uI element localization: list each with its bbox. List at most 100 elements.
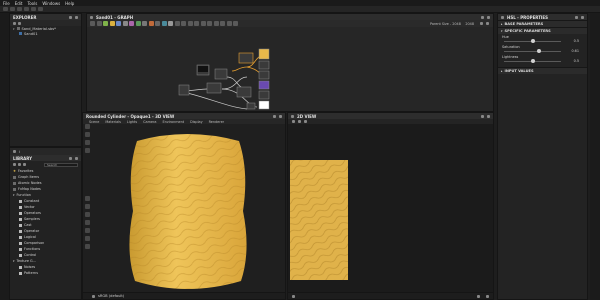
gradient-icon[interactable]: [135, 21, 141, 26]
more-icon[interactable]: [486, 22, 489, 25]
align-icon[interactable]: [194, 21, 199, 26]
slider-track[interactable]: [504, 51, 561, 52]
close-icon[interactable]: [75, 156, 78, 160]
mesh-icon[interactable]: [84, 148, 90, 153]
settings-icon[interactable]: [84, 236, 90, 241]
base-parameters-section[interactable]: ▸ BASE PARAMETERS: [498, 20, 587, 27]
italic-icon[interactable]: i: [19, 150, 20, 154]
rotate-icon[interactable]: [84, 212, 90, 217]
fit-icon[interactable]: [304, 120, 307, 123]
zoom-icon[interactable]: [226, 21, 232, 26]
hsl-icon[interactable]: [129, 21, 134, 26]
library-view-icon[interactable]: [18, 163, 21, 166]
frame-icon[interactable]: [174, 21, 180, 26]
chevron-right-icon[interactable]: ▸: [501, 69, 503, 73]
graph-node[interactable]: [258, 90, 270, 100]
input-values-section[interactable]: ▸ INPUT VALUES: [498, 67, 587, 74]
library-settings-icon[interactable]: [23, 163, 26, 166]
edit-icon[interactable]: [13, 150, 16, 153]
comment-icon[interactable]: [181, 21, 186, 26]
shape-icon[interactable]: [161, 21, 167, 26]
param-slider[interactable]: 0.5: [502, 59, 583, 64]
menu-tools[interactable]: Tools: [27, 1, 37, 6]
chevron-down-icon[interactable]: ▾: [13, 259, 15, 263]
uniform-color-icon[interactable]: [103, 21, 108, 26]
link-icon[interactable]: [479, 22, 483, 25]
zoom-icon[interactable]: [477, 294, 480, 298]
param-value[interactable]: 0.5: [574, 59, 579, 63]
slider-knob[interactable]: [530, 59, 535, 63]
graph-node[interactable]: [206, 82, 222, 94]
snap-icon[interactable]: [207, 21, 212, 26]
blend-icon[interactable]: [109, 21, 115, 26]
graph-node[interactable]: [258, 100, 270, 110]
graph-node[interactable]: [258, 80, 270, 90]
colorspace-dropdown[interactable]: sRGB (default): [98, 294, 124, 298]
distribute-icon[interactable]: [200, 21, 206, 26]
levels-icon[interactable]: [116, 21, 121, 26]
chevron-down-icon[interactable]: ▾: [13, 27, 15, 31]
chevron-right-icon[interactable]: ▸: [501, 22, 503, 26]
graph-canvas[interactable]: [87, 27, 493, 112]
slider-knob[interactable]: [530, 39, 535, 43]
camera-icon[interactable]: [84, 124, 90, 129]
chevron-down-icon[interactable]: ▾: [501, 29, 503, 33]
blur-icon[interactable]: [155, 21, 160, 26]
graph-node[interactable]: [178, 84, 190, 96]
view3d-menu-environment[interactable]: Environment: [162, 120, 184, 124]
close-icon[interactable]: [279, 114, 282, 118]
sand-cylinder-model[interactable]: [123, 131, 253, 293]
view3d-menu-renderer[interactable]: Renderer: [209, 120, 224, 124]
view3d-menu-display[interactable]: Display: [190, 120, 203, 124]
graph-node[interactable]: [258, 70, 270, 80]
graph-tool-icon[interactable]: [96, 21, 102, 26]
save-icon[interactable]: [17, 7, 22, 11]
graph-node[interactable]: [214, 68, 228, 80]
param-slider[interactable]: 0.5: [502, 39, 583, 44]
pin-icon[interactable]: [481, 114, 484, 118]
warp-icon[interactable]: [148, 21, 154, 26]
environment-icon[interactable]: [84, 140, 90, 145]
grid-icon[interactable]: [213, 21, 219, 26]
close-icon[interactable]: [581, 15, 584, 19]
menu-file[interactable]: File: [3, 1, 10, 6]
slider-knob[interactable]: [536, 49, 541, 53]
close-icon[interactable]: [75, 15, 78, 19]
channel-icon[interactable]: [292, 294, 295, 298]
settings-icon[interactable]: [486, 294, 489, 298]
normal-icon[interactable]: [122, 21, 128, 26]
graph-node-selected[interactable]: [238, 52, 254, 64]
graph-node[interactable]: [236, 86, 252, 98]
view3d-menu-scene[interactable]: Scene: [89, 120, 99, 124]
view3d-menu-camera[interactable]: Camera: [143, 120, 156, 124]
menu-help[interactable]: Help: [65, 1, 74, 6]
explorer-graph-row[interactable]: Sand01: [10, 31, 81, 36]
graph-node[interactable]: [246, 102, 256, 110]
redo-icon[interactable]: [38, 7, 43, 11]
pin-node-icon[interactable]: [187, 21, 193, 26]
pin-icon[interactable]: [69, 156, 72, 160]
add-icon[interactable]: [13, 21, 16, 25]
menu-edit[interactable]: Edit: [15, 1, 23, 6]
undo-icon[interactable]: [31, 7, 36, 11]
texture-preview-2d[interactable]: [290, 160, 348, 280]
library-texture-item[interactable]: Patterns: [10, 270, 81, 276]
param-slider[interactable]: 0.61: [502, 49, 583, 54]
noise-icon[interactable]: [168, 21, 173, 26]
pin-icon[interactable]: [575, 15, 578, 19]
transform-icon[interactable]: [142, 21, 147, 26]
folder-icon[interactable]: [18, 21, 21, 25]
frame-icon[interactable]: [84, 204, 90, 209]
grid-icon[interactable]: [84, 220, 90, 225]
output-size-dropdown[interactable]: 2048: [465, 22, 474, 26]
parent-size-dropdown[interactable]: Parent Size - 2048: [430, 22, 461, 26]
graph-tool-icon[interactable]: [90, 21, 95, 26]
channel-icon[interactable]: [292, 120, 295, 123]
open-file-icon[interactable]: [10, 7, 15, 11]
tile-icon[interactable]: [298, 120, 301, 123]
specific-parameters-section[interactable]: ▾ SPECIFIC PARAMETERS: [498, 27, 587, 34]
view3d-menu-lights[interactable]: Lights: [127, 120, 137, 124]
library-filter-icon[interactable]: [13, 163, 16, 166]
light-icon[interactable]: [84, 132, 90, 137]
menu-windows[interactable]: Windows: [42, 1, 60, 6]
